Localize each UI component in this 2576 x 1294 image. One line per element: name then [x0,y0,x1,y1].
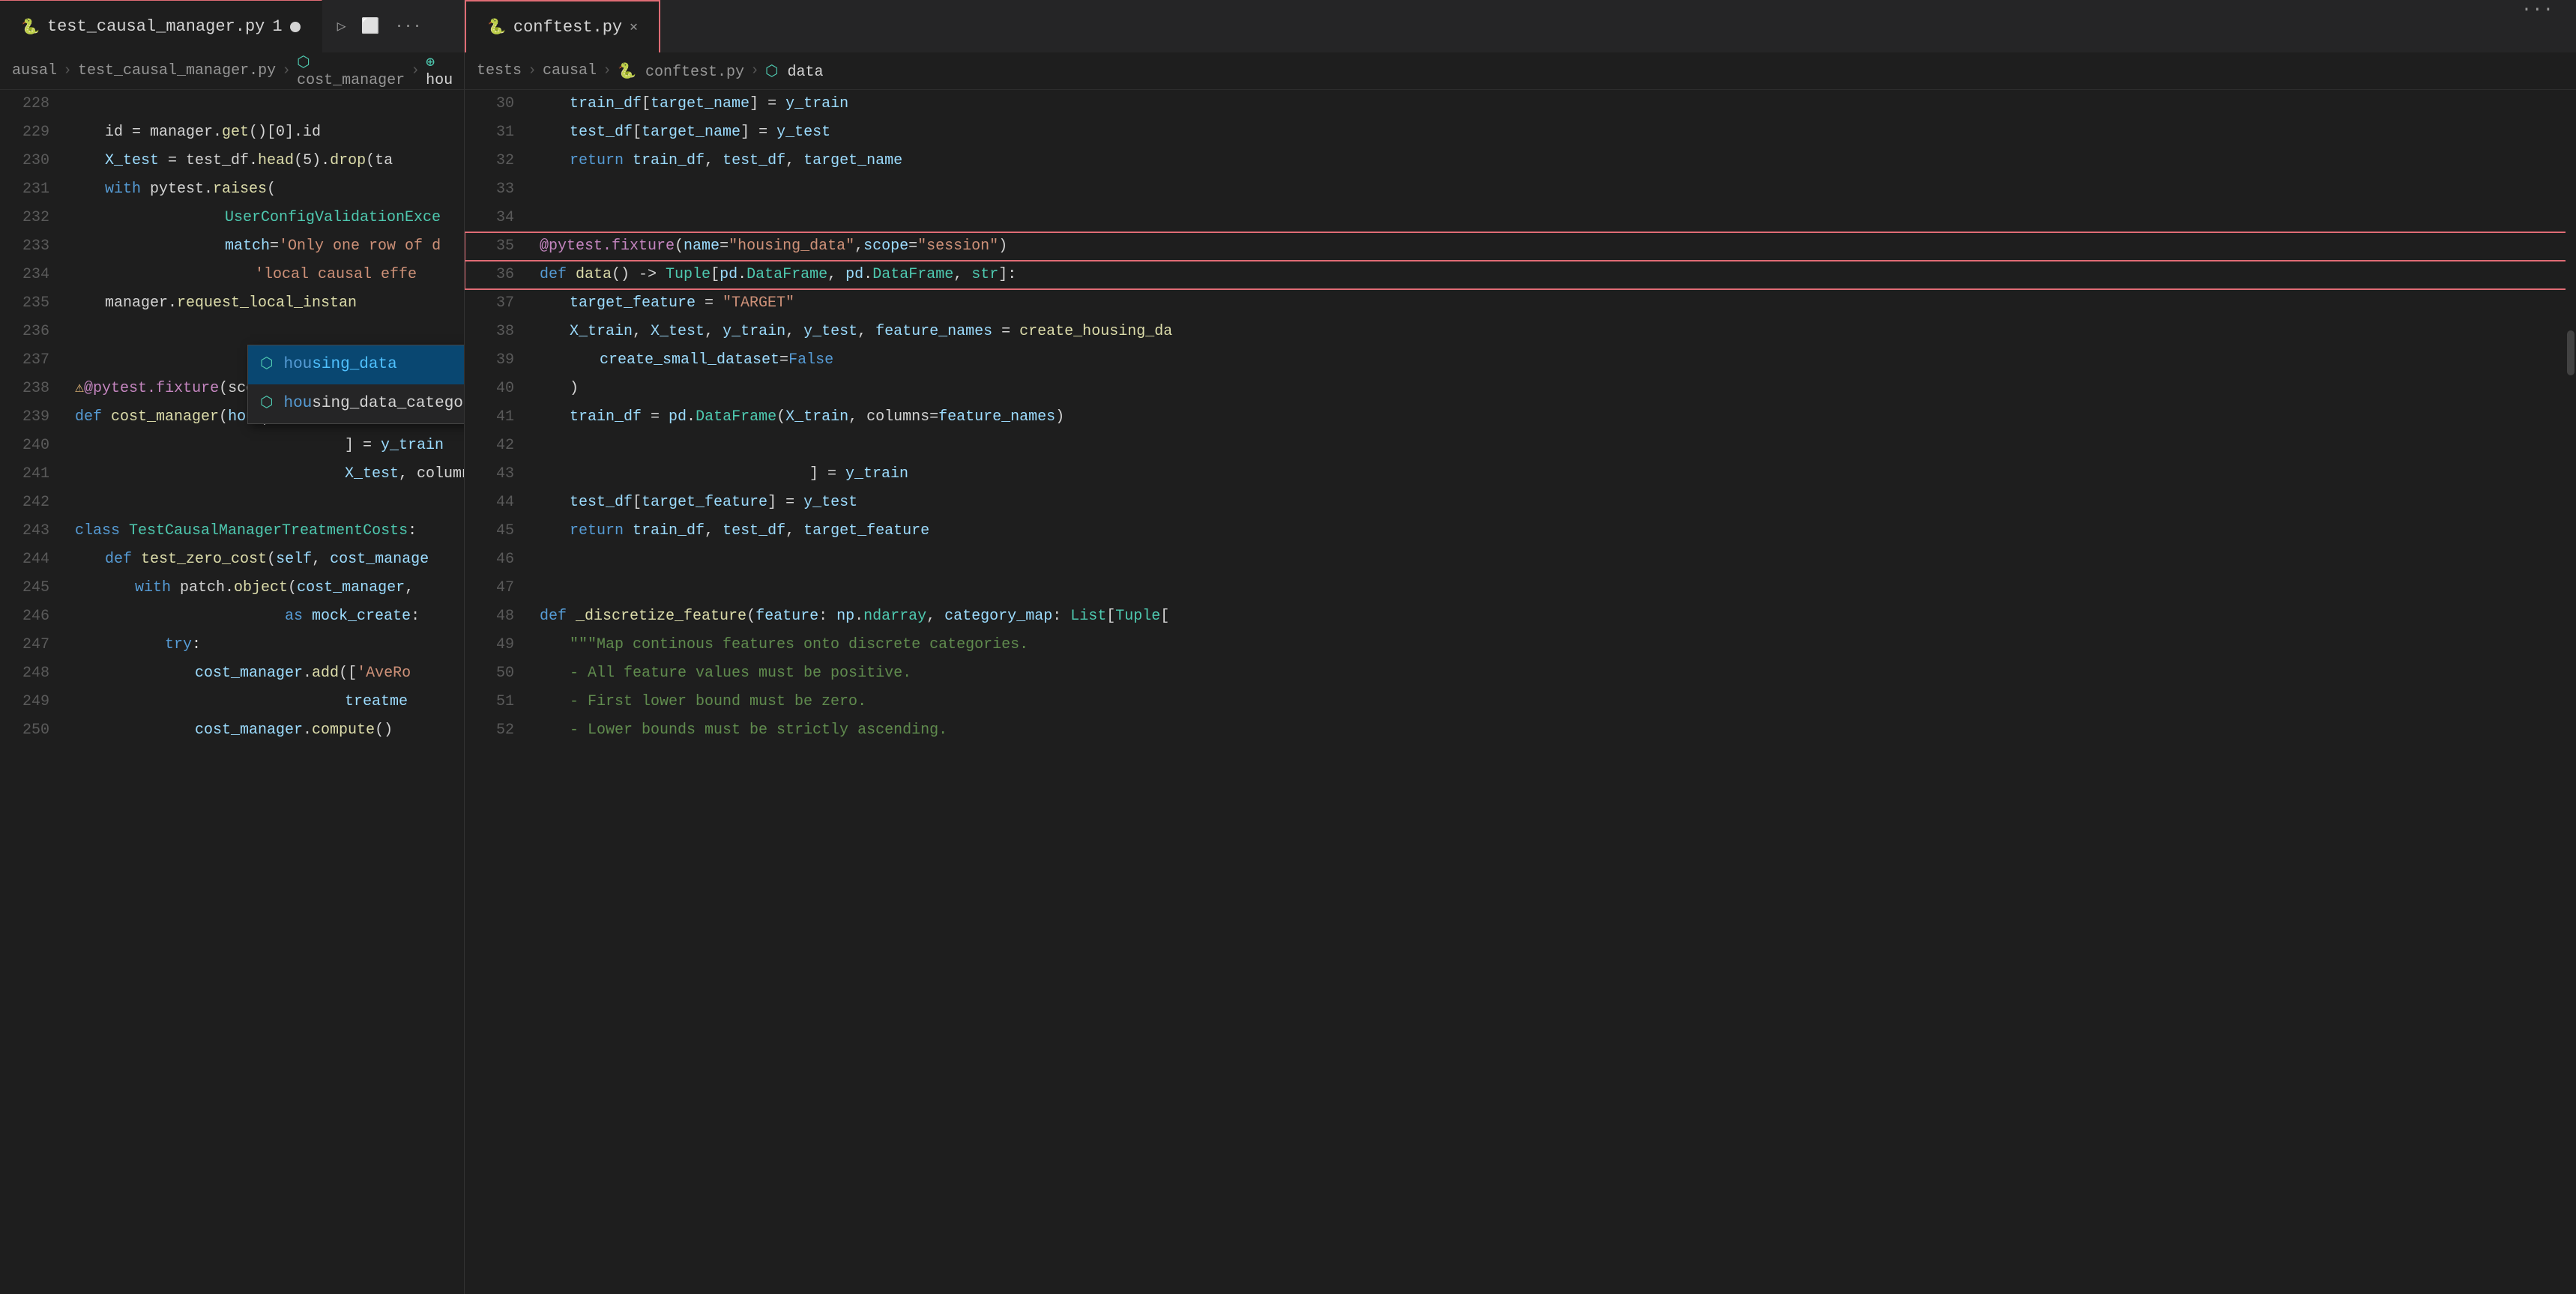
right-scrollbar[interactable] [2566,90,2576,1294]
table-row: 230 X_test = test_df.head(5).drop(ta [0,147,464,175]
more-tabs-icon[interactable]: ··· [2499,0,2576,52]
close-tab-icon[interactable]: ✕ [630,19,638,35]
table-row: 44 test_df[target_feature] = y_test [465,489,2576,517]
breadcrumb-data[interactable]: ⬡ data [765,61,823,81]
table-row: 228 [0,90,464,118]
table-row: 30 train_df[target_name] = y_train [465,90,2576,118]
autocomplete-item-housing-data-categorical[interactable]: ⬡ housing_data_categorical [248,384,464,423]
table-row: 49 """Map continous features onto discre… [465,631,2576,659]
breadcrumb-tests: tests [477,62,522,79]
table-row: 51 - First lower bound must be zero. [465,688,2576,716]
table-row: 249 treatme [0,688,464,716]
fixture-icon-1: ⬡ [260,350,273,380]
table-row: 231 with pytest.raises( [0,175,464,204]
table-row: 41 train_df = pd.DataFrame(X_train, colu… [465,403,2576,432]
table-row: 47 [465,574,2576,602]
table-row: 242 [0,489,464,517]
tab-test-causal-manager[interactable]: 🐍 test_causal_manager.py 1 [0,0,322,52]
right-code-area: 30 train_df[target_name] = y_train 31 te… [465,90,2576,1294]
table-row: 234 'local causal effe [0,261,464,289]
table-row: 244 def test_zero_cost(self, cost_manage [0,545,464,574]
table-row: 38 X_train, X_test, y_train, y_test, fea… [465,318,2576,346]
right-editor-pane[interactable]: 30 train_df[target_name] = y_train 31 te… [465,90,2576,1294]
breadcrumb-hou[interactable]: ⊕ hou [426,52,453,89]
tab-conftest[interactable]: 🐍 conftest.py ✕ [465,0,660,52]
more-actions-icon[interactable]: ··· [395,18,422,35]
table-row: 236 [0,318,464,346]
table-row: 34 [465,204,2576,232]
table-row: 246 as mock_create: [0,602,464,631]
left-tab-number: 1 [272,17,282,36]
table-row: 32 return train_df, test_df, target_name [465,147,2576,175]
breadcrumb-testfile[interactable]: test_causal_manager.py [78,62,276,79]
split-editor-icon[interactable]: ⬜ [361,16,380,36]
table-row: 245 with patch.object(cost_manager, [0,574,464,602]
table-row: 247 try: [0,631,464,659]
breadcrumb-causal: causal [543,62,597,79]
right-tab-section: 🐍 conftest.py ✕ ··· [465,0,2576,52]
breadcrumb-ausal: ausal [12,62,57,79]
table-row: 52 - Lower bounds must be strictly ascen… [465,716,2576,745]
table-row: 233 match='Only one row of d [0,232,464,261]
table-row: 232 UserConfigValidationExce [0,204,464,232]
tab-bar: 🐍 test_causal_manager.py 1 ▷ ⬜ ··· 🐍 con… [0,0,2576,52]
fixture-icon-2: ⬡ [260,389,273,419]
python-icon-left: 🐍 [21,17,40,37]
left-code-area: 228 229 id = manager.get()[0].id 230 X_t… [0,90,464,1294]
breadcrumb-conftest[interactable]: 🐍 conftest.py [618,61,744,81]
table-row: 240 ] = y_train [0,432,464,460]
autocomplete-text-2: housing_data_categorical [283,389,464,419]
right-tab-label: conftest.py [513,18,622,37]
table-row: 250 cost_manager.compute() [0,716,464,745]
table-row: 37 target_feature = "TARGET" [465,289,2576,318]
table-row: 248 cost_manager.add(['AveRo [0,659,464,688]
table-row: 50 - All feature values must be positive… [465,659,2576,688]
table-row: 39 create_small_dataset=False [465,346,2576,375]
breadcrumb-costmanager[interactable]: ⬡ cost_manager [297,52,405,89]
autocomplete-text-1: housing_data [283,350,396,380]
left-tab-actions: ▷ ⬜ ··· [322,0,437,52]
editor-top-area: 🐍 test_causal_manager.py 1 ▷ ⬜ ··· 🐍 con… [0,0,2576,90]
table-row: 229 id = manager.get()[0].id [0,118,464,147]
tab-spacer [660,0,2499,52]
left-tab-section: 🐍 test_causal_manager.py 1 ▷ ⬜ ··· [0,0,465,52]
right-scrollbar-thumb[interactable] [2567,330,2575,375]
table-row: 35 @pytest.fixture(name="housing_data",s… [465,232,2576,261]
run-icon[interactable]: ▷ [337,16,346,36]
python-icon-right: 🐍 [487,17,506,37]
table-row: 235 manager.request_local_instan [0,289,464,318]
right-breadcrumb: tests › causal › 🐍 conftest.py › ⬡ data [465,52,2576,90]
table-row: 46 [465,545,2576,574]
table-row: 42 [465,432,2576,460]
table-row: 31 test_df[target_name] = y_test [465,118,2576,147]
table-row: 48 def _discretize_feature(feature: np.n… [465,602,2576,631]
table-row: 243 class TestCausalManagerTreatmentCost… [0,517,464,545]
left-tab-label: test_causal_manager.py [47,17,265,36]
autocomplete-item-housing-data[interactable]: ⬡ housing_data [248,345,464,384]
table-row: 33 [465,175,2576,204]
table-row: 43 ] = y_train [465,460,2576,489]
table-row: 45 return train_df, test_df, target_feat… [465,517,2576,545]
breadcrumb-row: ausal › test_causal_manager.py › ⬡ cost_… [0,52,2576,90]
left-editor-pane[interactable]: 228 229 id = manager.get()[0].id 230 X_t… [0,90,465,1294]
table-row: 241 X_test, columns=feature_names) [0,460,464,489]
table-row: 36 def data() -> Tuple[pd.DataFrame, pd.… [465,261,2576,289]
autocomplete-dropdown: ⬡ housing_data ⬡ housing_data_categorica… [247,345,464,424]
left-breadcrumb: ausal › test_causal_manager.py › ⬡ cost_… [0,52,465,90]
unsaved-indicator [290,22,301,32]
editor-area: 228 229 id = manager.get()[0].id 230 X_t… [0,90,2576,1294]
table-row: 40 ) [465,375,2576,403]
